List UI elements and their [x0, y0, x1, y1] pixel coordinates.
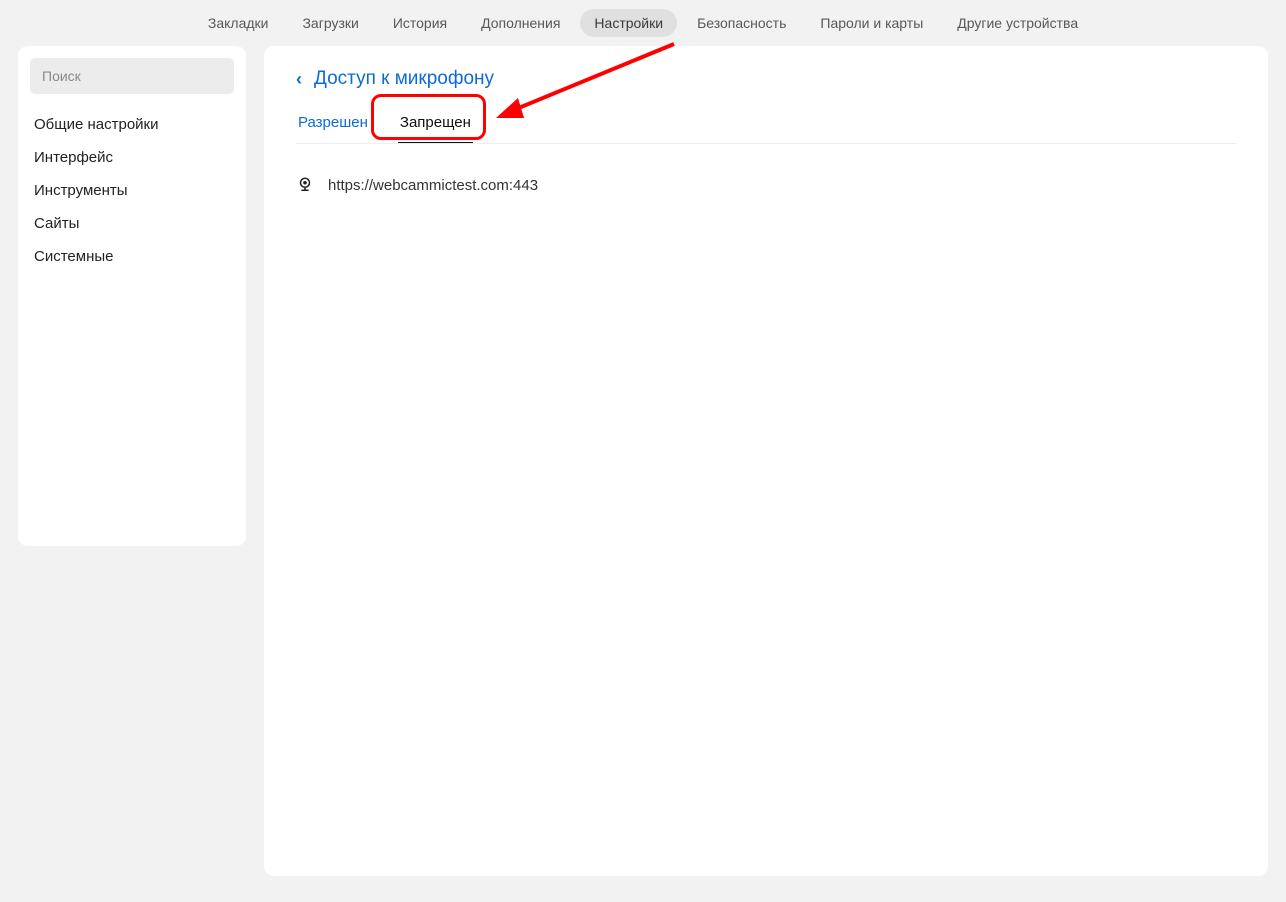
sidebar-item-interface[interactable]: Интерфейс: [30, 141, 234, 174]
back-to-microphone-access[interactable]: ‹ Доступ к микрофону: [296, 68, 1236, 90]
nav-other-devices[interactable]: Другие устройства: [943, 9, 1092, 37]
search-input[interactable]: [30, 58, 234, 94]
nav-passwords[interactable]: Пароли и карты: [806, 9, 937, 37]
sidebar-item-general[interactable]: Общие настройки: [30, 108, 234, 141]
tab-denied[interactable]: Запрещен: [398, 104, 473, 143]
webcam-icon: [296, 176, 314, 194]
site-url: https://webcammictest.com:443: [328, 177, 538, 194]
sites-list: https://webcammictest.com:443: [296, 170, 1236, 200]
list-item[interactable]: https://webcammictest.com:443: [296, 170, 1236, 200]
nav-settings[interactable]: Настройки: [580, 9, 677, 37]
nav-history[interactable]: История: [379, 9, 461, 37]
tab-allowed[interactable]: Разрешен: [296, 104, 370, 143]
top-nav: Закладки Загрузки История Дополнения Нас…: [0, 0, 1286, 46]
sidebar-item-system[interactable]: Системные: [30, 240, 234, 273]
nav-bookmarks[interactable]: Закладки: [194, 9, 283, 37]
main-panel: ‹ Доступ к микрофону Разрешен Запрещен h…: [264, 46, 1268, 876]
sidebar-item-tools[interactable]: Инструменты: [30, 174, 234, 207]
chevron-left-icon: ‹: [296, 69, 302, 90]
permission-tabs: Разрешен Запрещен: [296, 104, 1236, 144]
page-title: Доступ к микрофону: [314, 68, 494, 90]
nav-security[interactable]: Безопасность: [683, 9, 800, 37]
nav-addons[interactable]: Дополнения: [467, 9, 574, 37]
nav-downloads[interactable]: Загрузки: [288, 9, 372, 37]
sidebar-item-sites[interactable]: Сайты: [30, 207, 234, 240]
sidebar: Общие настройки Интерфейс Инструменты Са…: [18, 46, 246, 546]
